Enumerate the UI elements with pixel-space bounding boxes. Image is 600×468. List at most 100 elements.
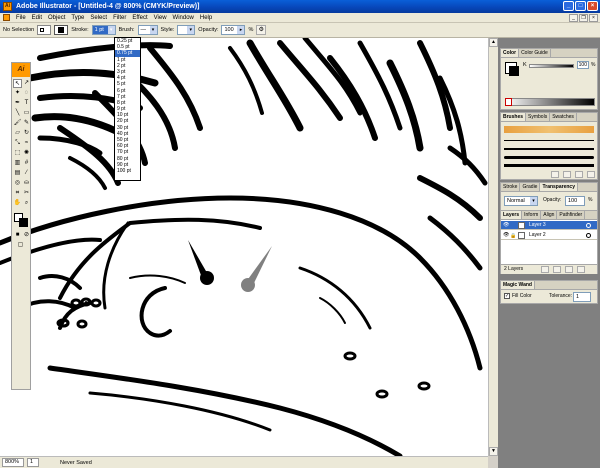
tab-color[interactable]: Color — [501, 49, 520, 57]
tab-layers[interactable]: Layers — [501, 211, 523, 219]
delete-layer-icon[interactable] — [577, 266, 585, 273]
doc-minimize-button[interactable]: _ — [569, 14, 578, 22]
symbol-sprayer-tool-icon[interactable]: ✺ — [22, 149, 31, 158]
warp-tool-icon[interactable]: ≈ — [22, 139, 31, 148]
free-transform-tool-icon[interactable]: ⬚ — [13, 149, 22, 158]
pencil-tool-icon[interactable]: ✎ — [22, 119, 31, 128]
layer-row-active[interactable]: 👁 Layer 3 — [501, 221, 597, 230]
menu-object[interactable]: Object — [45, 15, 68, 21]
style-dropdown[interactable]: ▾ — [177, 25, 196, 35]
document-setup-icon[interactable]: ⚙ — [256, 25, 267, 35]
scale-tool-icon[interactable]: ⤡ — [13, 139, 22, 148]
stroke-weight-list[interactable]: 0.25 pt 0.5 pt 0.75 pt 1 pt 2 pt 3 pt 4 … — [114, 37, 141, 181]
color-spectrum-bar[interactable] — [505, 98, 595, 106]
pen-tool-icon[interactable]: ✒ — [13, 99, 22, 108]
illustrator-app-icon[interactable]: Ai — [3, 2, 12, 11]
menu-edit[interactable]: Edit — [29, 15, 45, 21]
layer-target-icon[interactable] — [586, 233, 591, 238]
tab-swatches[interactable]: Swatches — [550, 113, 577, 121]
tab-info[interactable]: Inform — [522, 211, 542, 219]
zoom-tool-icon[interactable]: ⌕ — [22, 199, 31, 208]
magic-wand-tool-icon[interactable]: ✦ — [13, 89, 22, 98]
none-mode-icon[interactable]: ⊘ — [22, 231, 31, 240]
tab-pathfinder[interactable]: Pathfinder — [557, 211, 586, 219]
k-slider-track[interactable] — [529, 64, 574, 68]
layer-row[interactable]: 👁 🔒 Layer 2 — [501, 231, 597, 240]
new-brush-icon[interactable] — [575, 171, 583, 178]
tab-align[interactable]: Align — [541, 211, 558, 219]
artboard-canvas[interactable] — [0, 38, 488, 456]
blend-tool-icon[interactable]: ◎ — [13, 179, 22, 188]
lasso-tool-icon[interactable]: ◌ — [22, 89, 31, 98]
gradient-tool-icon[interactable]: ▤ — [13, 169, 22, 178]
close-button[interactable]: × — [587, 1, 598, 11]
fill-stroke-swatch[interactable] — [14, 213, 28, 227]
selection-tool-icon[interactable]: ↖ — [13, 79, 22, 88]
hand-tool-icon[interactable]: ✋ — [13, 199, 22, 208]
document-icon[interactable] — [3, 14, 10, 21]
scissors-tool-icon[interactable]: ✂ — [22, 189, 31, 198]
menu-type[interactable]: Type — [68, 15, 87, 21]
tab-transparency[interactable]: Transparency — [540, 183, 578, 191]
none-swatch-icon[interactable] — [505, 98, 512, 106]
brush-dropdown[interactable]: — ▾ — [137, 25, 158, 35]
vertical-scrollbar[interactable]: ▲ ▼ — [488, 38, 498, 456]
brush-options-icon[interactable] — [563, 171, 571, 178]
brush-sample-art[interactable] — [504, 126, 594, 133]
menu-window[interactable]: Window — [170, 15, 197, 21]
type-tool-icon[interactable]: T — [22, 99, 31, 108]
doc-restore-button[interactable]: ❐ — [579, 14, 588, 22]
visibility-eye-icon[interactable]: 👁 — [503, 232, 509, 238]
menu-effect[interactable]: Effect — [129, 15, 150, 21]
stroke-swatch-button[interactable] — [54, 25, 69, 35]
make-clipping-mask-icon[interactable] — [541, 266, 549, 273]
direct-selection-tool-icon[interactable]: ↗ — [22, 79, 31, 88]
scroll-up-icon[interactable]: ▲ — [489, 38, 498, 47]
transparency-opacity-field[interactable]: 100 — [565, 196, 585, 206]
tab-magic-wand[interactable]: Magic Wand — [501, 281, 535, 289]
tab-symbols[interactable]: Symbols — [526, 113, 551, 121]
mesh-tool-icon[interactable]: # — [22, 159, 31, 168]
tab-gradient[interactable]: Gradie — [520, 183, 541, 191]
lock-icon[interactable]: 🔒 — [510, 232, 516, 241]
brush-sample-thin[interactable] — [504, 140, 594, 141]
menu-filter[interactable]: Filter — [110, 15, 129, 21]
zoom-level-field[interactable]: 800% — [2, 458, 24, 467]
stroke-weight-option[interactable]: 100 pt — [115, 168, 140, 174]
menu-view[interactable]: View — [151, 15, 170, 21]
eyedropper-tool-icon[interactable]: ⁄ — [22, 169, 31, 178]
k-value-field[interactable]: 100 — [577, 61, 589, 69]
eraser-tool-icon[interactable]: ▱ — [13, 129, 22, 138]
tab-brushes[interactable]: Brushes — [501, 113, 527, 121]
page-number-field[interactable]: 1 — [27, 458, 39, 467]
opacity-field[interactable]: 100 ▸ — [221, 25, 246, 35]
new-sublayer-icon[interactable] — [553, 266, 561, 273]
layer-target-icon[interactable] — [586, 223, 591, 228]
blend-mode-dropdown[interactable]: Normal ▾ — [504, 196, 538, 206]
brush-sample-calligraphic[interactable] — [504, 156, 594, 159]
menu-select[interactable]: Select — [87, 15, 110, 21]
scroll-down-icon[interactable]: ▼ — [489, 447, 498, 456]
delete-brush-icon[interactable] — [587, 171, 595, 178]
brush-sample-thick[interactable] — [504, 164, 594, 167]
rectangle-tool-icon[interactable]: ▭ — [22, 109, 31, 118]
paintbrush-tool-icon[interactable]: 🖌 — [13, 119, 22, 128]
column-graph-tool-icon[interactable]: ▥ — [13, 159, 22, 168]
doc-close-button[interactable]: × — [589, 14, 598, 22]
tab-stroke[interactable]: Stroke — [501, 183, 521, 191]
horizontal-scrollbar[interactable] — [110, 456, 488, 468]
screen-mode-icon[interactable]: ▢ — [16, 241, 25, 250]
tolerance-field[interactable]: 1 — [573, 292, 591, 302]
maximize-button[interactable]: □ — [575, 1, 586, 11]
stroke-color-icon[interactable] — [509, 66, 519, 76]
menu-help[interactable]: Help — [197, 15, 215, 21]
minimize-button[interactable]: _ — [563, 1, 574, 11]
color-mode-icon[interactable]: ■ — [13, 231, 22, 240]
stroke-weight-dropdown[interactable]: 1 pt ▾ — [91, 25, 116, 35]
visibility-eye-icon[interactable]: 👁 — [503, 222, 509, 228]
rotate-tool-icon[interactable]: ↻ — [22, 129, 31, 138]
brush-sample-medium[interactable] — [504, 148, 594, 150]
line-tool-icon[interactable]: ╲ — [13, 109, 22, 118]
slice-tool-icon[interactable]: ⌗ — [13, 189, 22, 198]
brush-library-icon[interactable] — [551, 171, 559, 178]
